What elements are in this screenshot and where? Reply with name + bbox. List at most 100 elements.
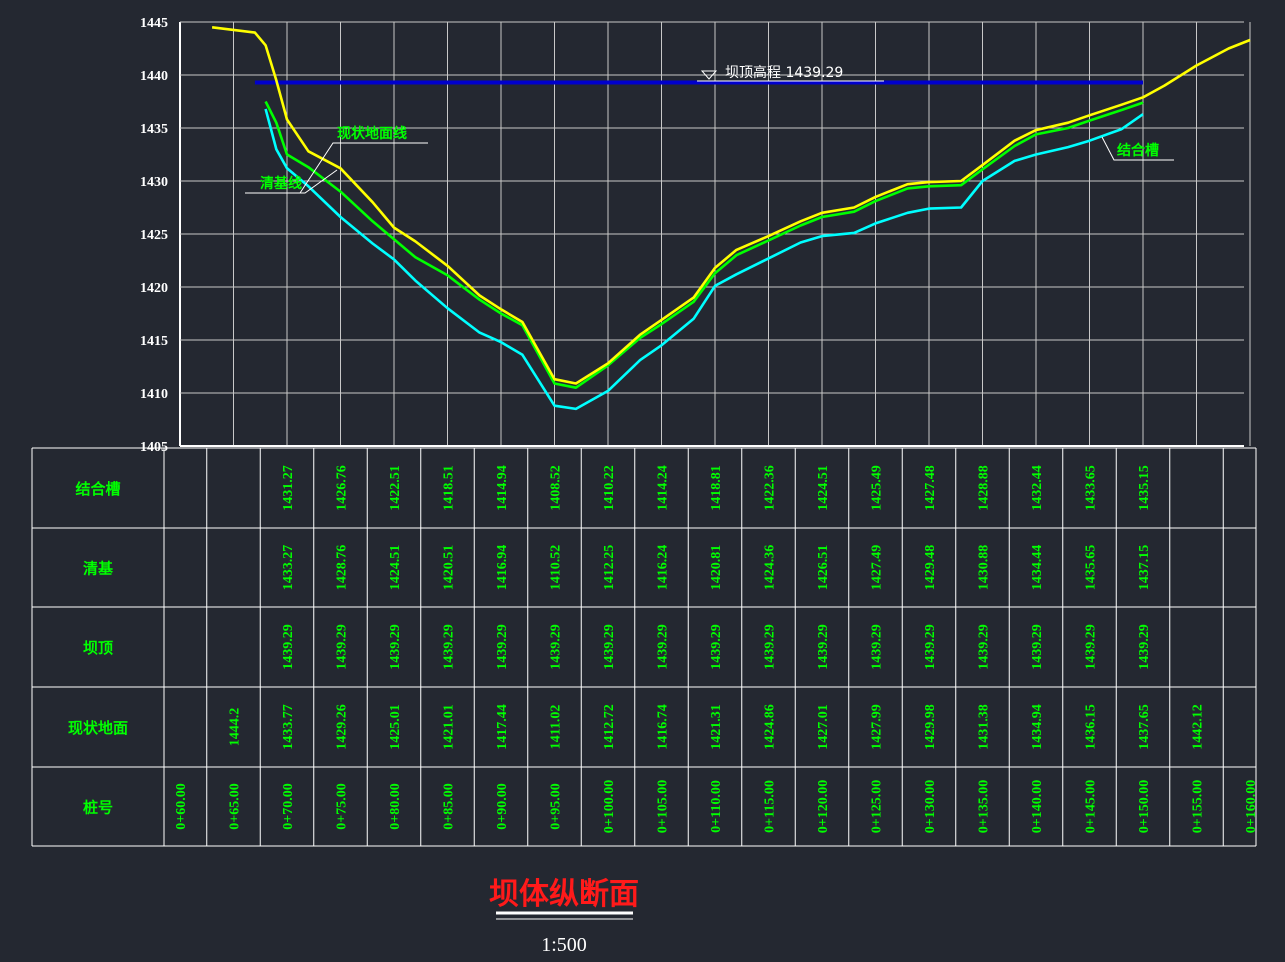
table-cell: 1439.29 xyxy=(977,624,992,670)
table-cell: 1425.01 xyxy=(388,704,403,750)
table-cell: 1439.29 xyxy=(281,624,296,670)
table-cell: 1418.81 xyxy=(709,465,724,511)
table-cell: 1410.52 xyxy=(549,545,564,591)
drawing-title-block: 坝体纵断面 1:500 xyxy=(489,877,639,956)
table-cell: 1408.52 xyxy=(549,465,564,511)
series-trench-line xyxy=(264,108,1144,411)
y-tick-label: 1445 xyxy=(140,16,168,31)
drawing-title: 坝体纵断面 xyxy=(489,877,639,912)
table-cell: 1439.29 xyxy=(1030,624,1045,670)
table-cell: 0+80.00 xyxy=(388,783,403,829)
table-cell: 1426.51 xyxy=(816,545,831,591)
table-cell: 0+115.00 xyxy=(763,780,778,833)
table-cell: 1416.24 xyxy=(656,545,671,591)
row-label: 结合槽 xyxy=(75,480,120,498)
annotation-foundation: 清基线 xyxy=(260,175,302,192)
crest-label: 坝顶高程 1439.29 xyxy=(725,64,843,81)
table-cell: 1418.51 xyxy=(442,465,457,511)
table-cell: 1439.29 xyxy=(335,624,350,670)
table-cell: 1439.29 xyxy=(602,624,617,670)
table-cell: 1439.29 xyxy=(442,624,457,670)
table-cell: 0+70.00 xyxy=(281,783,296,829)
table-cell: 1439.29 xyxy=(656,624,671,670)
table-cell: 1427.01 xyxy=(816,704,831,750)
table-cell: 1439.29 xyxy=(816,624,831,670)
table-cell: 0+60.00 xyxy=(174,783,189,829)
table-cell: 0+160.00 xyxy=(1244,780,1259,833)
table-cell: 1426.76 xyxy=(335,465,350,511)
table-cell: 1429.26 xyxy=(335,704,350,750)
table-cell: 0+105.00 xyxy=(656,780,671,833)
table-cell: 0+85.00 xyxy=(442,783,457,829)
table-cell: 1411.02 xyxy=(549,705,564,750)
annotation-trench: 结合槽 xyxy=(1117,142,1159,159)
row-label: 现状地面 xyxy=(68,719,128,737)
table-cell: 1416.94 xyxy=(495,545,510,591)
table-cell: 1434.94 xyxy=(1030,704,1045,750)
table-cell: 1431.38 xyxy=(977,704,992,750)
table-cell: 1425.49 xyxy=(870,465,885,511)
table-cell: 1420.81 xyxy=(709,545,724,591)
table-cell: 1434.44 xyxy=(1030,545,1045,591)
table-cell: 1429.98 xyxy=(923,704,938,750)
table-cell: 1424.36 xyxy=(763,545,778,591)
y-tick-label: 1420 xyxy=(140,281,168,296)
table-cell: 0+100.00 xyxy=(602,780,617,833)
table-cell: 1433.27 xyxy=(281,545,296,591)
table-cell: 1421.01 xyxy=(442,704,457,750)
y-tick-label: 1410 xyxy=(140,387,168,402)
table-cell: 1427.99 xyxy=(870,704,885,750)
table-cell: 1435.65 xyxy=(1084,545,1099,591)
profile-drawing: 144514401435143014251420141514101405 坝顶高… xyxy=(31,16,1259,956)
table-cell: 0+110.00 xyxy=(709,780,724,833)
table-cell: 0+65.00 xyxy=(228,783,243,829)
annotation-ground: 现状地面线 xyxy=(337,125,407,142)
table-cell: 1414.24 xyxy=(656,465,671,511)
y-tick-label: 1435 xyxy=(140,122,168,137)
y-tick-label: 1440 xyxy=(140,69,168,84)
y-tick-label: 1430 xyxy=(140,175,168,190)
table-cell: 1437.65 xyxy=(1137,704,1152,750)
table-cell: 1414.94 xyxy=(495,465,510,511)
y-axis-ticks: 144514401435143014251420141514101405 xyxy=(140,16,168,455)
table-cell: 1412.72 xyxy=(602,704,617,750)
table-cell: 0+150.00 xyxy=(1137,780,1152,833)
table-cell: 1429.48 xyxy=(923,545,938,591)
table-cell: 1422.36 xyxy=(763,465,778,511)
table-cell: 1439.29 xyxy=(870,624,885,670)
profile-series xyxy=(211,26,1251,411)
table-cell: 1433.77 xyxy=(281,704,296,750)
table-cell: 1439.29 xyxy=(495,624,510,670)
table-cell: 0+120.00 xyxy=(816,780,831,833)
table-cell: 0+140.00 xyxy=(1030,780,1045,833)
table-cell: 0+135.00 xyxy=(977,780,992,833)
table-cell: 1431.27 xyxy=(281,465,296,511)
table-cell: 1430.88 xyxy=(977,545,992,591)
table-cell: 1422.51 xyxy=(388,465,403,511)
table-cell: 1435.15 xyxy=(1137,465,1152,511)
drawing-scale: 1:500 xyxy=(541,934,587,956)
row-label: 清基 xyxy=(83,560,114,578)
table-cell: 1442.12 xyxy=(1191,704,1206,750)
table-cell: 1412.25 xyxy=(602,545,617,591)
table-cell: 1421.31 xyxy=(709,704,724,750)
table-cell: 1427.49 xyxy=(870,545,885,591)
table-cell: 1433.65 xyxy=(1084,465,1099,511)
table-cell: 0+90.00 xyxy=(495,783,510,829)
table-cell: 1432.44 xyxy=(1030,465,1045,511)
table-cell: 1444.2 xyxy=(228,708,243,747)
table-cell: 0+155.00 xyxy=(1191,780,1206,833)
table-cell: 1439.29 xyxy=(923,624,938,670)
table-cell: 1428.76 xyxy=(335,545,350,591)
table-cell: 1420.51 xyxy=(442,545,457,591)
table-cell: 0+95.00 xyxy=(549,783,564,829)
table-cell: 1439.29 xyxy=(549,624,564,670)
table-cell: 1424.86 xyxy=(763,704,778,750)
chart-grid xyxy=(179,21,1251,447)
table-cell: 1424.51 xyxy=(388,545,403,591)
y-tick-label: 1425 xyxy=(140,228,168,243)
leader-ground xyxy=(299,142,428,194)
table-cell: 0+145.00 xyxy=(1084,780,1099,833)
table-cell: 0+130.00 xyxy=(923,780,938,833)
crest-elevation-line: 坝顶高程 1439.29 xyxy=(254,64,1143,85)
